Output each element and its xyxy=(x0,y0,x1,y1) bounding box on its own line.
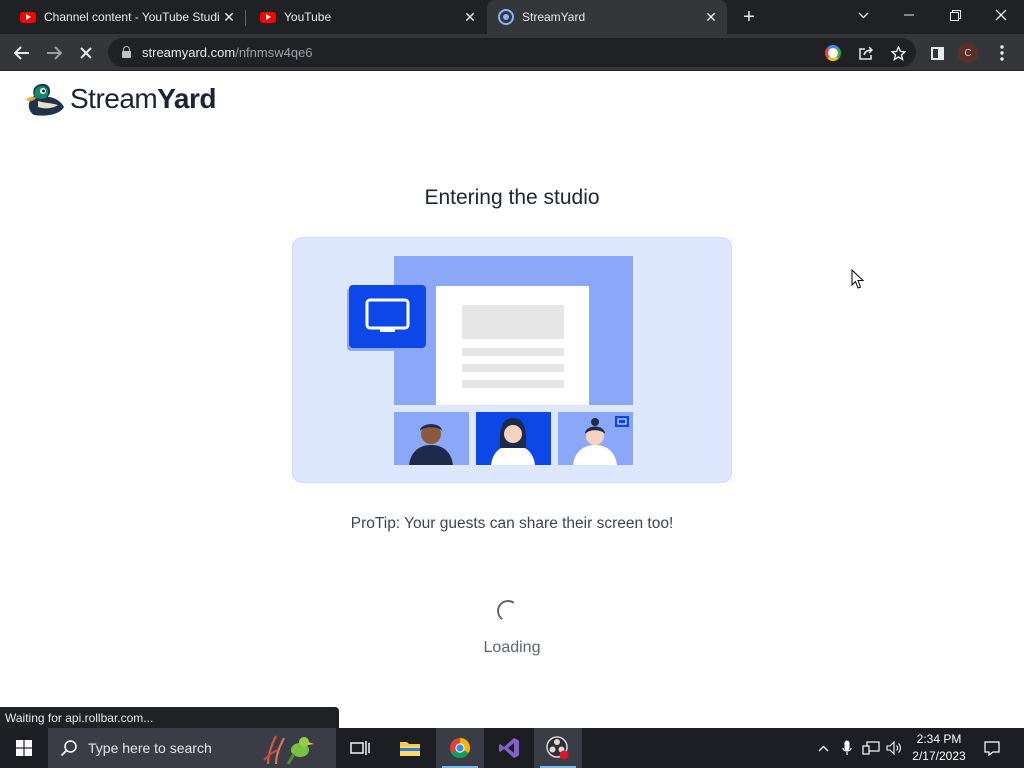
search-icon xyxy=(60,740,77,757)
task-view-button[interactable] xyxy=(336,728,384,768)
logo-text-regular: Stream xyxy=(70,83,158,114)
chrome-icon xyxy=(450,737,471,759)
notification-center-button[interactable] xyxy=(979,728,1005,768)
clock-date: 2/17/2023 xyxy=(912,749,966,763)
restore-icon xyxy=(949,9,961,21)
url-host: streamyard.com xyxy=(142,45,236,60)
mouse-cursor-icon xyxy=(851,269,865,289)
file-explorer-icon xyxy=(400,742,420,756)
loading-spinner xyxy=(495,598,521,624)
arrow-left-icon xyxy=(14,46,29,60)
visual-studio-icon xyxy=(499,738,519,758)
tab-title: Channel content - YouTube Studio xyxy=(44,10,220,24)
side-panel-button[interactable] xyxy=(923,39,951,67)
network-tray-button[interactable] xyxy=(860,728,882,768)
side-panel-icon xyxy=(930,46,944,60)
search-placeholder: Type here to search xyxy=(88,740,212,756)
url-path: /nfnmsw4qe6 xyxy=(235,45,313,60)
lock-icon xyxy=(122,46,131,58)
close-icon[interactable]: ✕ xyxy=(703,9,719,25)
profile-avatar[interactable]: C xyxy=(958,43,978,63)
tab-youtube[interactable]: YouTube ✕ xyxy=(240,0,486,34)
logo-text-bold: Yard xyxy=(157,83,216,114)
tab-streamyard[interactable]: StreamYard ✕ xyxy=(487,0,727,34)
arrow-right-icon xyxy=(47,46,62,60)
close-icon xyxy=(995,9,1007,21)
star-icon xyxy=(890,45,906,61)
browser-toolbar: streamyard.com/nfnmsw4qe6 C xyxy=(0,34,1024,71)
chrome-taskbar-button[interactable] xyxy=(436,728,484,768)
youtube-icon xyxy=(260,11,276,23)
file-explorer-button[interactable] xyxy=(386,728,434,768)
microphone-icon xyxy=(842,740,852,755)
logo-text: StreamYard xyxy=(70,83,216,115)
studio-illustration xyxy=(292,237,732,483)
duck-logo-icon xyxy=(26,83,65,116)
browser-tab-strip: Channel content - YouTube Studio ✕ YouTu… xyxy=(0,0,1024,34)
minimize-icon xyxy=(904,14,914,16)
close-icon xyxy=(80,47,92,59)
obs-icon xyxy=(546,736,569,760)
chevron-down-icon xyxy=(858,12,868,18)
share-button[interactable] xyxy=(857,44,875,62)
forward-button[interactable] xyxy=(40,39,68,67)
network-icon xyxy=(862,741,880,755)
windows-taskbar: Type here to search 2:34 PM 2/17/2023 xyxy=(0,728,1024,768)
tab-title: YouTube xyxy=(284,10,332,24)
windows-logo-icon xyxy=(16,740,32,756)
tab-youtube-studio[interactable]: Channel content - YouTube Studio ✕ xyxy=(0,0,245,34)
tab-search-button[interactable] xyxy=(840,0,886,30)
microphone-tray-button[interactable] xyxy=(837,728,857,768)
new-tab-button[interactable]: + xyxy=(737,5,761,29)
notification-icon xyxy=(984,740,1000,756)
google-icon xyxy=(825,45,841,61)
share-icon xyxy=(858,46,873,60)
google-lens-button[interactable] xyxy=(824,44,842,62)
taskbar-search-box[interactable]: Type here to search xyxy=(48,728,336,768)
restore-button[interactable] xyxy=(932,0,978,30)
page-content: StreamYard Entering the studio ProTip: Y… xyxy=(0,71,1024,729)
close-icon[interactable]: ✕ xyxy=(462,9,478,25)
volume-tray-button[interactable] xyxy=(884,728,904,768)
bookmark-button[interactable] xyxy=(889,44,907,62)
youtube-icon xyxy=(20,11,36,23)
show-hidden-icons-button[interactable] xyxy=(813,728,833,768)
protip-text: ProTip: Your guests can share their scre… xyxy=(350,515,674,532)
stop-loading-button[interactable] xyxy=(72,39,100,67)
start-button[interactable] xyxy=(0,728,48,768)
streamyard-logo[interactable]: StreamYard xyxy=(24,81,216,117)
obs-button[interactable] xyxy=(534,728,582,768)
chevron-up-icon xyxy=(818,745,828,751)
close-icon[interactable]: ✕ xyxy=(221,9,237,25)
back-button[interactable] xyxy=(8,39,36,67)
taskbar-clock[interactable]: 2:34 PM 2/17/2023 xyxy=(907,731,971,765)
close-window-button[interactable] xyxy=(978,0,1024,30)
studio-illustration-graphic xyxy=(347,256,633,465)
more-vertical-icon xyxy=(1000,45,1004,61)
visual-studio-button[interactable] xyxy=(485,728,533,768)
address-bar[interactable]: streamyard.com/nfnmsw4qe6 xyxy=(108,38,916,67)
task-view-icon xyxy=(350,741,370,755)
page-title: Entering the studio xyxy=(424,186,600,209)
loading-label: Loading xyxy=(483,639,541,656)
tab-title: StreamYard xyxy=(522,10,586,24)
minimize-button[interactable] xyxy=(886,0,932,30)
speaker-icon xyxy=(886,741,901,755)
clock-time: 2:34 PM xyxy=(916,732,962,746)
browser-status-bar: Waiting for api.rollbar.com... xyxy=(0,707,339,729)
menu-button[interactable] xyxy=(988,39,1016,67)
streamyard-icon xyxy=(498,9,514,25)
search-highlight-bird-icon xyxy=(263,735,314,765)
